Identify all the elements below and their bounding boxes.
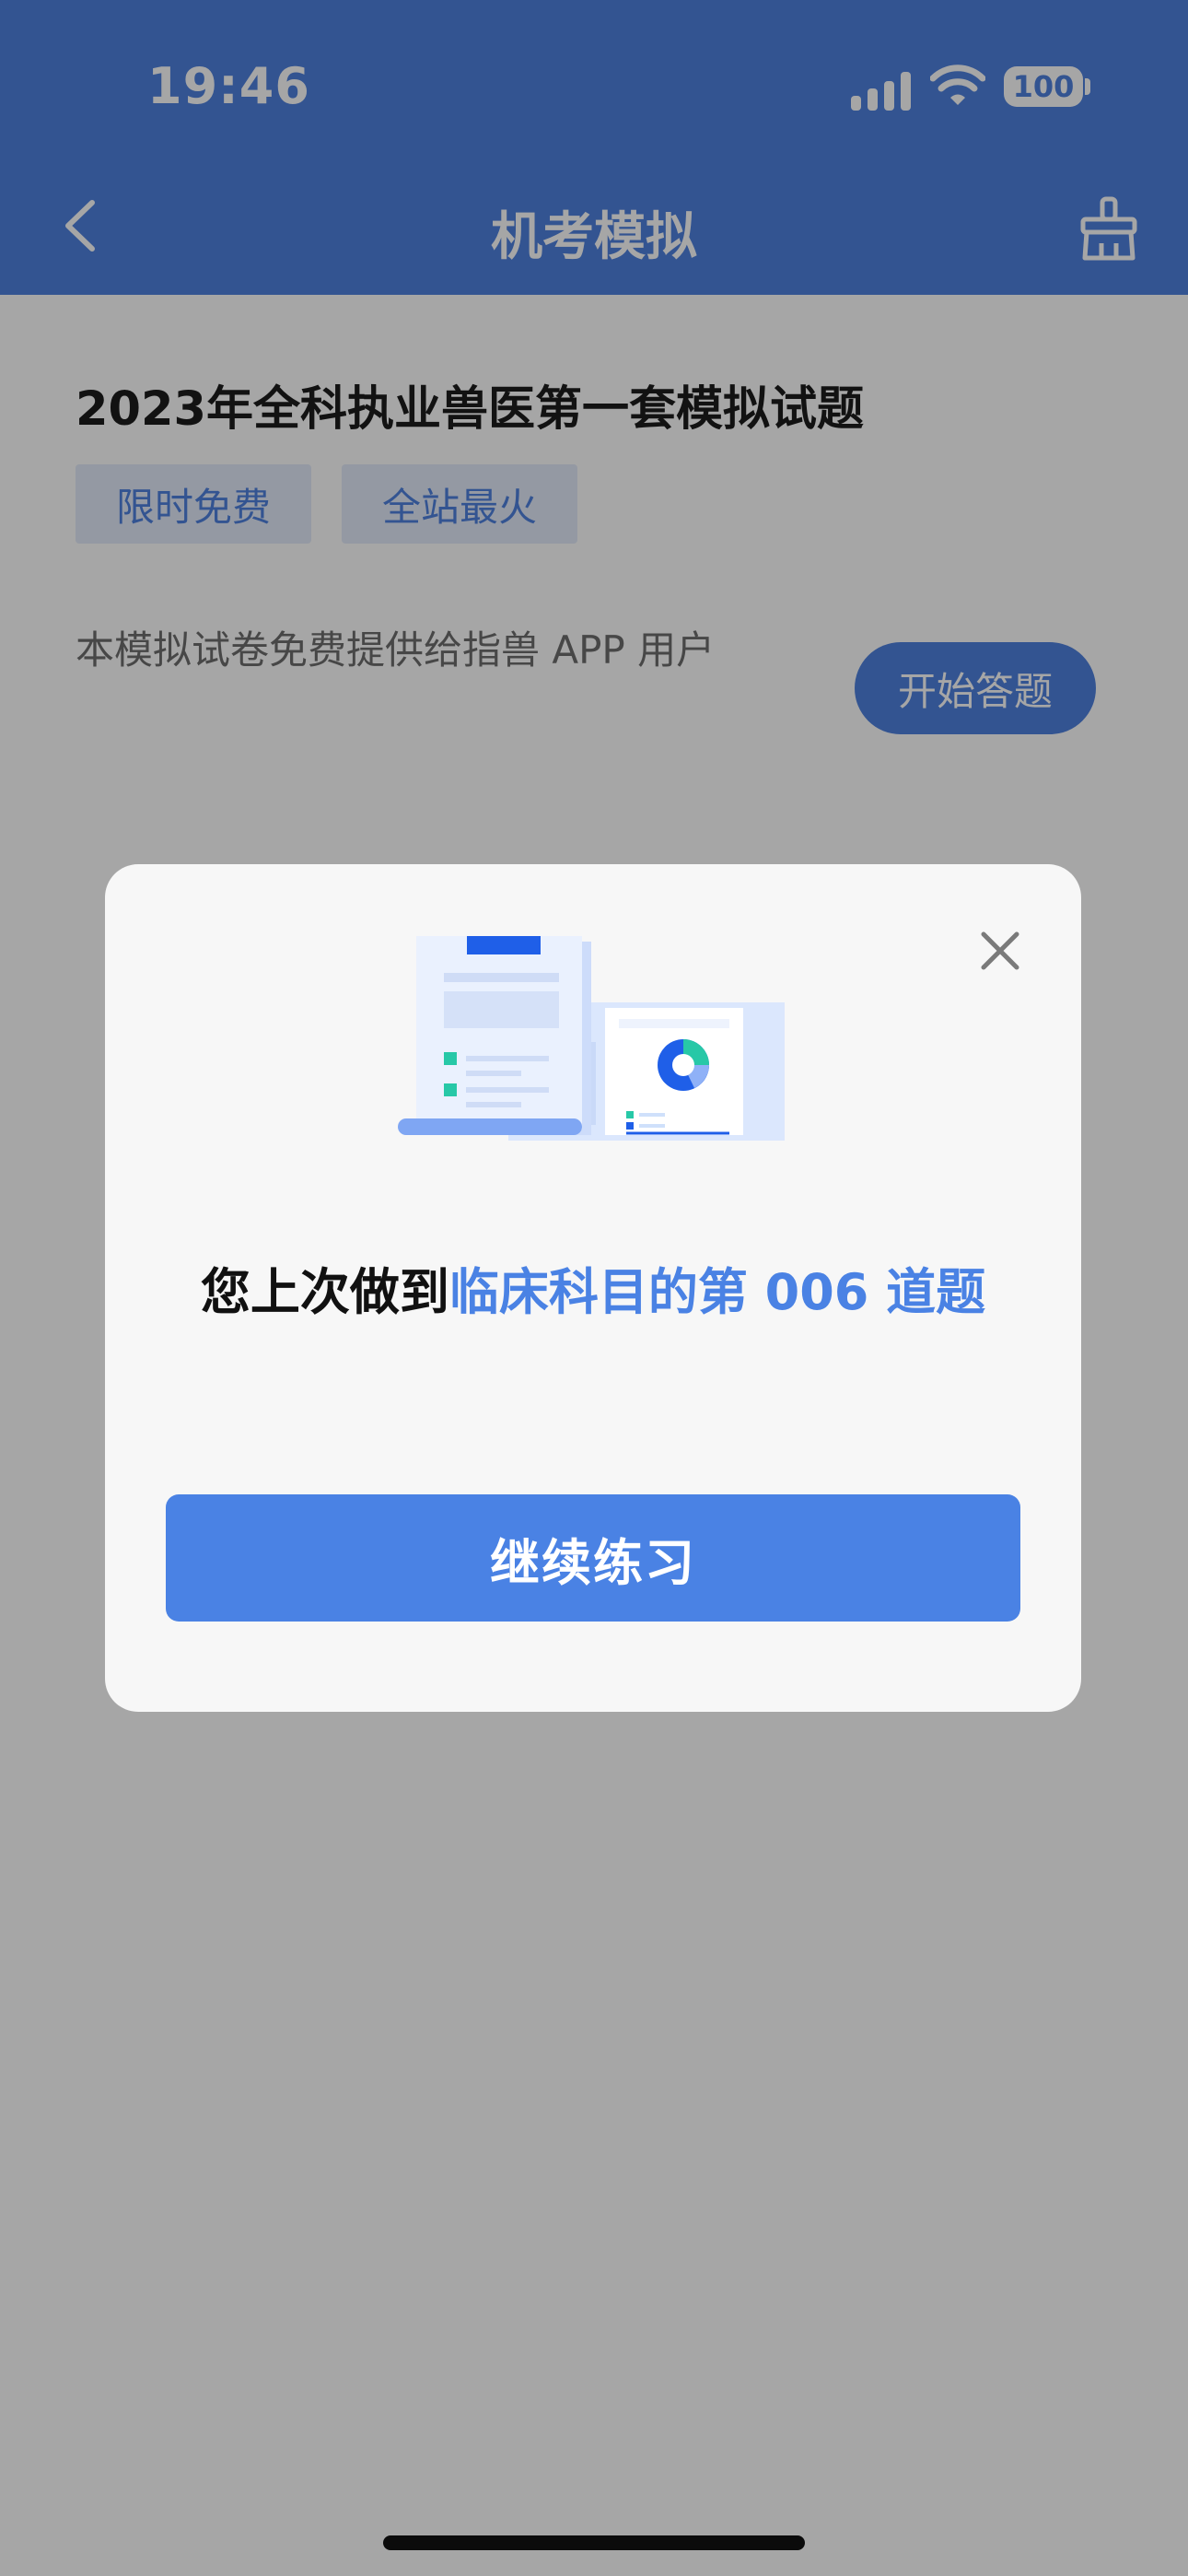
home-indicator[interactable]	[383, 2535, 805, 2550]
continue-practice-button[interactable]: 继续练习	[166, 1494, 1020, 1622]
message-highlight: 临床科目的第 006 道题	[448, 1263, 986, 1321]
close-icon[interactable]	[974, 925, 1026, 977]
exam-report-illustration	[398, 936, 785, 1141]
resume-dialog: 您上次做到临床科目的第 006 道题 继续练习	[105, 864, 1081, 1712]
message-prefix: 您上次做到	[200, 1263, 449, 1321]
resume-message: 您上次做到临床科目的第 006 道题	[105, 1251, 1081, 1324]
